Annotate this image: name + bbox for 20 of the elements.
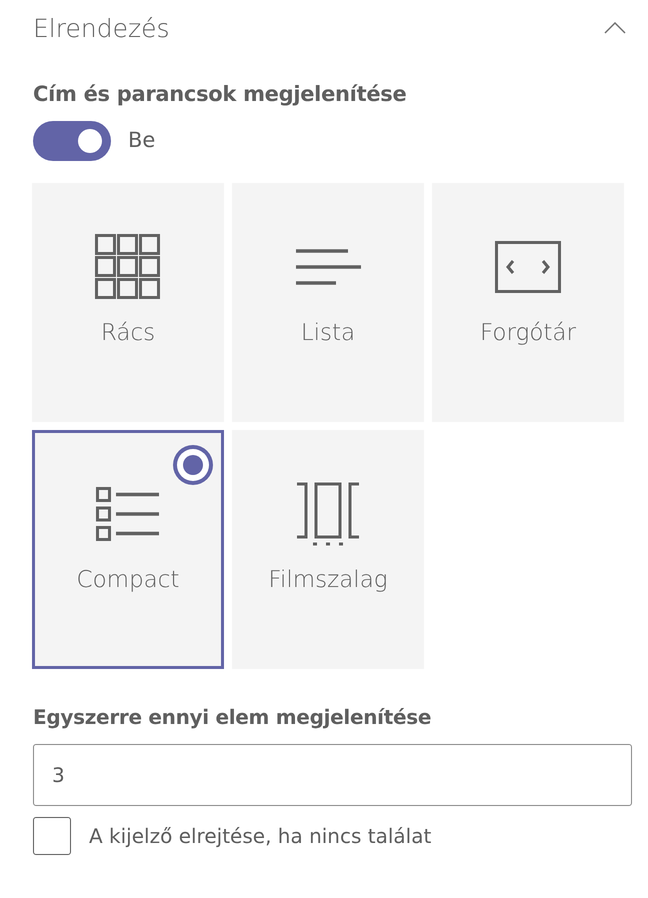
toggle-switch[interactable] [33, 121, 111, 161]
layout-option[interactable]: Filmszalag [232, 430, 424, 669]
section-title: Elrendezés [33, 16, 170, 40]
layout-option[interactable]: Compact [32, 430, 224, 669]
layout-option[interactable]: Lista [232, 183, 424, 422]
layout-option[interactable]: Forgótár [432, 183, 624, 422]
chevron-up-icon[interactable] [604, 22, 626, 34]
lines-icon [295, 249, 361, 285]
input-field[interactable]: 3 [33, 744, 632, 806]
grid-icon [95, 234, 161, 300]
checkbox[interactable] [33, 817, 71, 855]
filmstrip-icon [296, 482, 360, 546]
toggle-state: Be [128, 127, 156, 154]
checkbox-label: A kijelző elrejtése, ha nincs találat [89, 823, 432, 850]
radio-selected-icon [173, 445, 213, 485]
layout-option[interactable]: Rács [32, 183, 224, 422]
toggle-label: Cím és parancsok megjelenítése [33, 84, 408, 105]
carousel-icon [495, 241, 561, 293]
checklist-icon [96, 487, 160, 541]
field-label: Egyszerre ennyi elem megjelenítése [33, 707, 432, 727]
